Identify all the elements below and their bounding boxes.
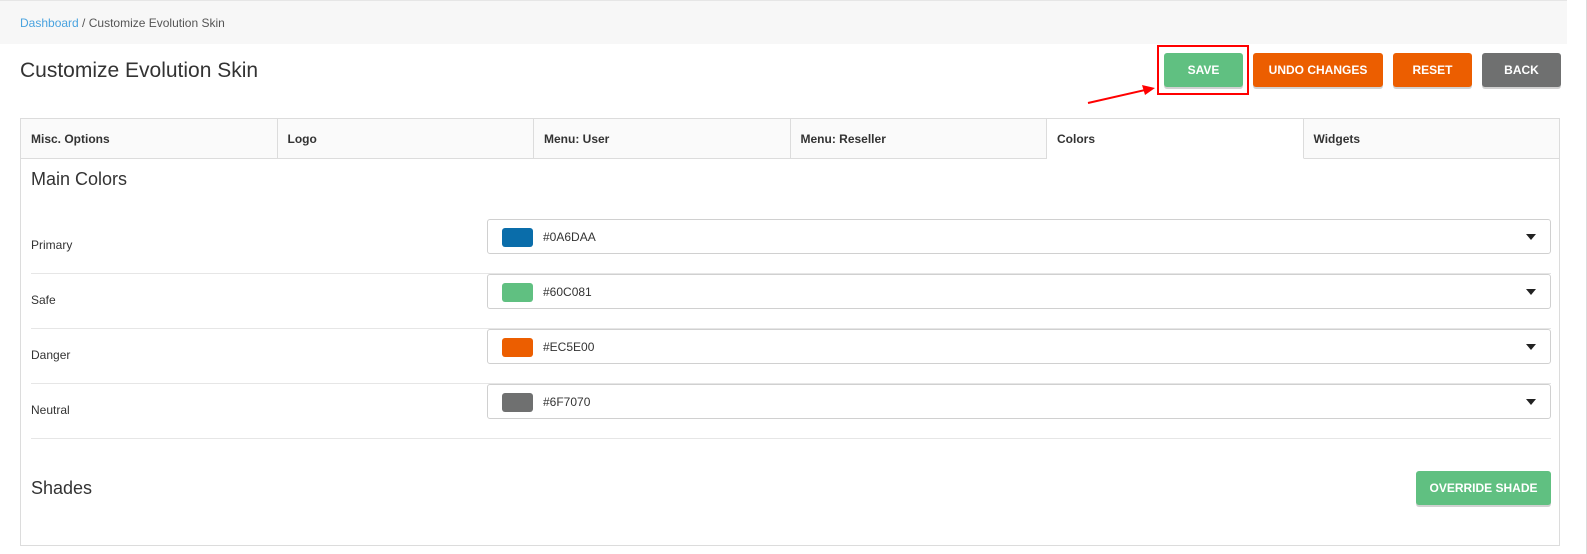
- safe-color-select[interactable]: #60C081: [487, 274, 1551, 309]
- color-row-danger: Danger #EC5E00: [31, 329, 1551, 384]
- color-swatch: [502, 228, 533, 247]
- color-hex-value: #60C081: [543, 285, 592, 299]
- color-hex-value: #6F7070: [543, 395, 591, 409]
- tab-misc-options[interactable]: Misc. Options: [21, 119, 278, 159]
- caret-down-icon: [1526, 289, 1536, 295]
- color-swatch: [502, 283, 533, 302]
- neutral-color-select[interactable]: #6F7070: [487, 384, 1551, 419]
- color-row-primary: Primary #0A6DAA: [31, 219, 1551, 274]
- tab-menu-user[interactable]: Menu: User: [534, 119, 791, 159]
- breadcrumb-separator: /: [78, 16, 89, 30]
- tab-colors[interactable]: Colors: [1047, 119, 1304, 159]
- save-highlight-box: [1157, 45, 1249, 95]
- color-label: Danger: [31, 348, 71, 362]
- undo-changes-button[interactable]: UNDO CHANGES: [1253, 53, 1383, 87]
- shades-title: Shades: [31, 478, 93, 498]
- color-row-safe: Safe #60C081: [31, 274, 1551, 329]
- breadcrumb-dashboard-link[interactable]: Dashboard: [20, 16, 79, 30]
- skin-settings-panel: Misc. Options Logo Menu: User Menu: Rese…: [20, 118, 1560, 546]
- color-label: Primary: [31, 238, 73, 252]
- color-hex-value: #EC5E00: [543, 340, 595, 354]
- color-swatch: [502, 338, 533, 357]
- danger-color-select[interactable]: #EC5E00: [487, 329, 1551, 364]
- override-shade-button[interactable]: OVERRIDE SHADE: [1416, 471, 1551, 505]
- top-bar: Dashboard / Customize Evolution Skin: [0, 0, 1567, 44]
- breadcrumb: Dashboard / Customize Evolution Skin: [20, 16, 225, 30]
- tab-logo[interactable]: Logo: [277, 119, 534, 159]
- caret-down-icon: [1526, 344, 1536, 350]
- color-swatch: [502, 393, 533, 412]
- color-hex-value: #0A6DAA: [543, 230, 596, 244]
- page: Dashboard / Customize Evolution Skin Cus…: [0, 0, 1587, 554]
- caret-down-icon: [1526, 234, 1536, 240]
- caret-down-icon: [1526, 399, 1536, 405]
- tab-menu-reseller[interactable]: Menu: Reseller: [790, 119, 1047, 159]
- color-row-neutral: Neutral #6F7070: [31, 384, 1551, 439]
- red-arrow-icon: [1087, 85, 1155, 104]
- primary-color-select[interactable]: #0A6DAA: [487, 219, 1551, 254]
- color-label: Neutral: [31, 403, 70, 417]
- tab-bar: Misc. Options Logo Menu: User Menu: Rese…: [21, 119, 1559, 159]
- breadcrumb-current: Customize Evolution Skin: [88, 16, 225, 30]
- reset-button[interactable]: RESET: [1393, 53, 1472, 87]
- color-label: Safe: [31, 293, 56, 307]
- page-title: Customize Evolution Skin: [20, 59, 259, 82]
- tab-widgets[interactable]: Widgets: [1303, 119, 1559, 159]
- main-colors-title: Main Colors: [31, 169, 128, 189]
- back-button[interactable]: BACK: [1482, 53, 1561, 87]
